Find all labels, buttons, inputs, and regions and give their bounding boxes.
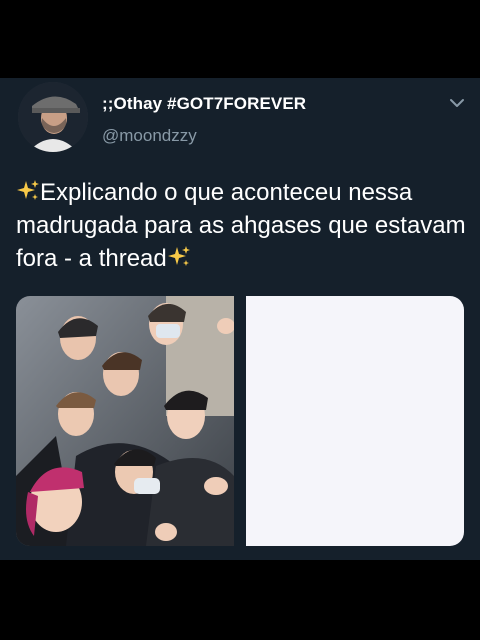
chevron-down-icon[interactable] xyxy=(446,92,468,114)
avatar[interactable] xyxy=(18,82,88,152)
avatar-image xyxy=(18,82,88,152)
tweet-card[interactable]: ;;Othay #GOT7FOREVER @moondzzy Explicand… xyxy=(0,78,480,560)
tweet-text: Explicando o que aconteceu nessa madruga… xyxy=(16,176,476,275)
sparkles-icon xyxy=(17,180,39,200)
tweet-body: Explicando o que aconteceu nessa madruga… xyxy=(16,179,466,272)
sparkles-icon xyxy=(167,246,190,266)
user-handle[interactable]: @moondzzy xyxy=(102,126,197,146)
tweet-media-photo[interactable] xyxy=(16,296,234,546)
display-name[interactable]: ;;Othay #GOT7FOREVER xyxy=(102,94,306,114)
group-selfie-photo xyxy=(16,296,234,546)
tweet-media-placeholder[interactable] xyxy=(246,296,464,546)
